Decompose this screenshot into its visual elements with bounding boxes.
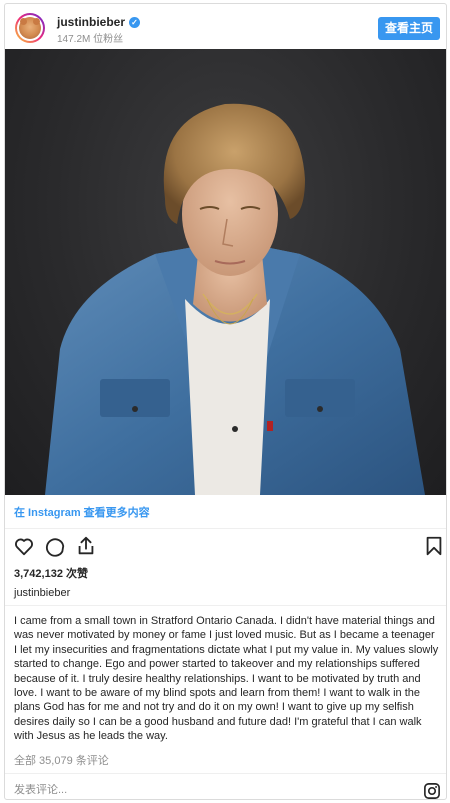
bear-avatar-image	[19, 17, 41, 39]
view-more-on-instagram-link[interactable]: 在 Instagram 查看更多内容	[14, 504, 150, 520]
post-header: justinbieber ✓ 147.2M 位粉丝 查看主页	[5, 4, 446, 49]
caption-username[interactable]: justinbieber	[14, 587, 70, 599]
divider	[5, 605, 446, 606]
username-link[interactable]: justinbieber	[57, 15, 125, 29]
view-profile-button[interactable]: 查看主页	[378, 17, 440, 40]
follower-count: 147.2M 位粉丝	[57, 34, 124, 45]
instagram-icon[interactable]	[423, 782, 441, 800]
divider	[5, 773, 446, 774]
comment-icon[interactable]	[44, 535, 66, 557]
comment-input[interactable]	[14, 784, 394, 796]
photo-illustration	[45, 103, 425, 495]
heart-icon[interactable]	[13, 535, 35, 557]
post-photo[interactable]	[5, 49, 446, 495]
verified-badge-icon: ✓	[129, 16, 141, 28]
share-icon[interactable]	[75, 535, 97, 557]
view-all-comments-link[interactable]: 全部 35,079 条评论	[14, 752, 109, 768]
bookmark-icon[interactable]	[423, 535, 445, 557]
like-count[interactable]: 3,742,132 次赞	[14, 565, 88, 581]
action-bar	[13, 535, 442, 559]
post-caption: I came from a small town in Stratford On…	[14, 615, 439, 743]
instagram-embed-card: justinbieber ✓ 147.2M 位粉丝 查看主页 在 Instagr…	[4, 3, 447, 800]
avatar[interactable]	[15, 13, 45, 43]
divider	[5, 528, 446, 529]
